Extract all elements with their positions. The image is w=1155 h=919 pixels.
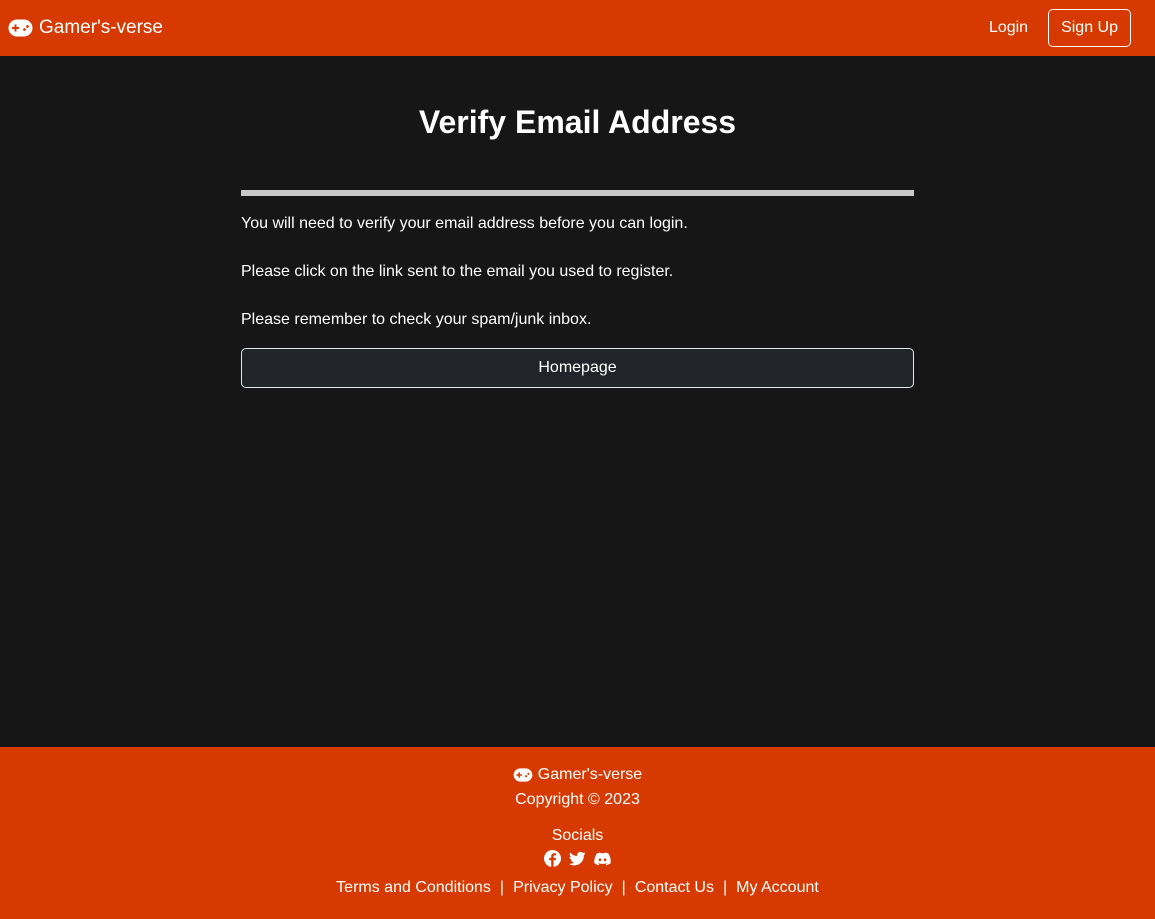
link-separator: | xyxy=(621,879,626,896)
divider xyxy=(241,190,914,196)
account-link[interactable]: My Account xyxy=(736,879,819,897)
brand-name: Gamer's-verse xyxy=(39,17,163,38)
top-navbar: Gamer's-verse Login Sign Up xyxy=(0,0,1155,56)
login-link[interactable]: Login xyxy=(981,13,1036,43)
privacy-link[interactable]: Privacy Policy xyxy=(513,879,613,897)
spam-reminder: Please remember to check your spam/junk … xyxy=(241,311,592,328)
socials-label: Socials xyxy=(551,827,604,844)
page-title: Verify Email Address xyxy=(418,104,737,140)
facebook-icon[interactable] xyxy=(544,850,561,867)
discord-icon[interactable] xyxy=(594,850,611,867)
footer-brand-name: Gamer's-verse xyxy=(537,766,643,783)
footer-brand[interactable]: Gamer's-verse xyxy=(0,766,1155,784)
footer: Gamer's-verse Copyright © 2023 Socials T… xyxy=(0,747,1155,919)
link-instruction: Please click on the link sent to the ema… xyxy=(241,263,674,280)
link-separator: | xyxy=(499,879,505,896)
twitter-icon[interactable] xyxy=(569,850,586,867)
contact-link[interactable]: Contact Us xyxy=(635,879,714,897)
terms-link[interactable]: Terms and Conditions xyxy=(336,879,491,897)
navbar-brand[interactable]: Gamer's-verse xyxy=(8,17,163,39)
social-icons xyxy=(0,850,1155,867)
footer-links: Terms and Conditions | Privacy Policy | … xyxy=(0,879,1155,897)
homepage-button[interactable]: Homepage xyxy=(241,348,914,388)
main-content: Verify Email Address You will need to ve… xyxy=(0,56,1155,747)
verify-message: You will need to verify your email addre… xyxy=(241,215,688,232)
link-separator: | xyxy=(722,879,728,896)
copyright: Copyright © 2023 xyxy=(515,791,640,808)
gamepad-icon xyxy=(513,768,533,782)
gamepad-icon xyxy=(8,19,33,37)
signup-button[interactable]: Sign Up xyxy=(1048,9,1131,47)
navbar-actions: Login Sign Up xyxy=(981,9,1131,47)
